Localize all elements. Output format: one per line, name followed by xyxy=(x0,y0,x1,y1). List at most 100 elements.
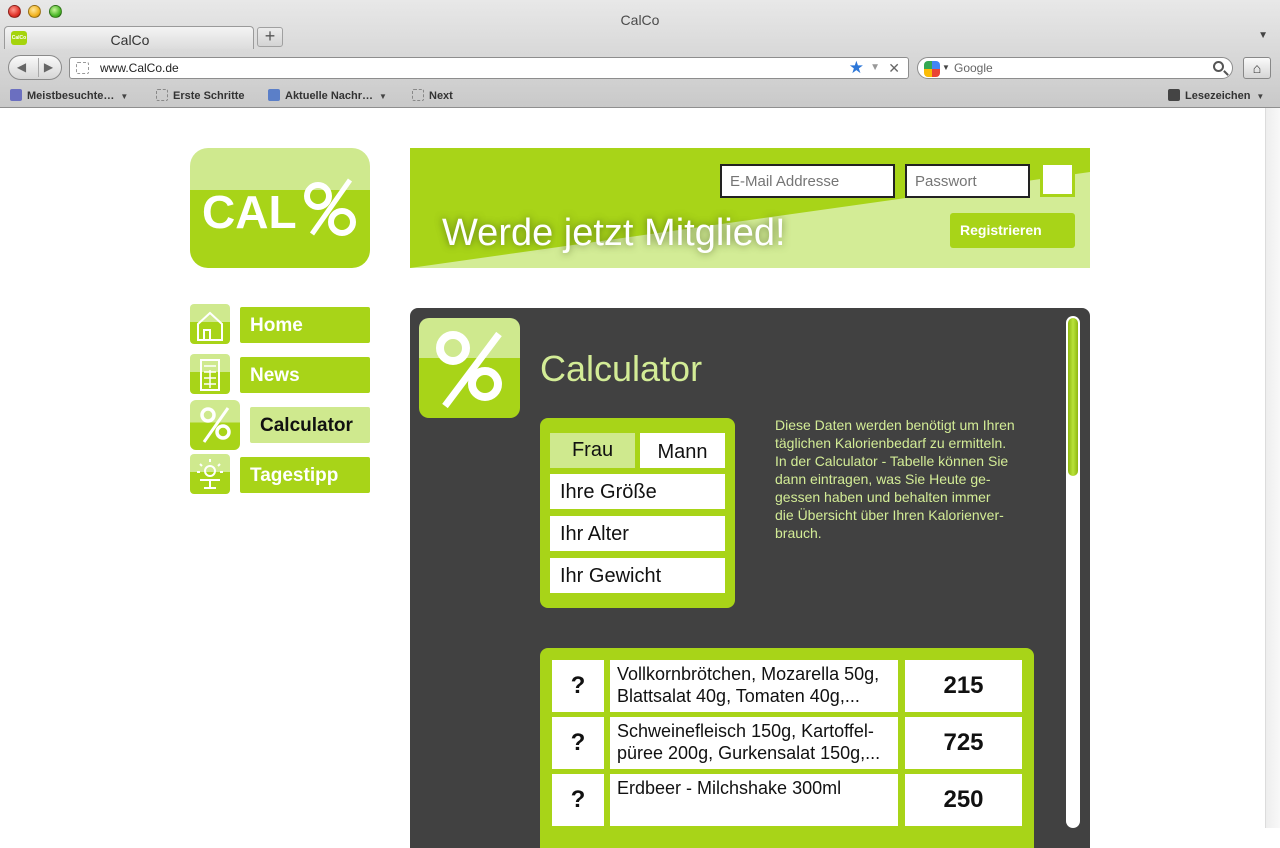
panel-scrollbar[interactable] xyxy=(1066,316,1080,828)
site-identity-icon[interactable] xyxy=(76,62,89,74)
svg-text:CAL: CAL xyxy=(202,186,297,238)
info-line: In der Calculator - Tabelle können Sie xyxy=(775,453,1009,469)
stop-icon[interactable]: ✕ xyxy=(888,60,900,77)
page-icon xyxy=(156,89,168,101)
weight-field[interactable]: Ihr Gewicht xyxy=(550,558,725,593)
google-icon[interactable] xyxy=(924,61,940,77)
nav-home[interactable]: Home xyxy=(240,307,370,343)
info-line: die Übersicht über Ihren Kalorienver- xyxy=(775,507,1004,523)
search-bar[interactable]: ▼ Google xyxy=(917,57,1233,79)
meal-calories: 725 xyxy=(905,717,1022,769)
new-tab-button[interactable]: + xyxy=(257,27,283,47)
panel-title: Calculator xyxy=(540,348,703,389)
login-button[interactable] xyxy=(1040,162,1075,197)
nav-tagestipp[interactable]: Tagestipp xyxy=(240,457,370,493)
header-banner: Werde jetzt Mitglied! Registrieren xyxy=(410,148,1090,268)
percent-icon[interactable] xyxy=(190,400,240,450)
panel-percent-glyph xyxy=(436,331,502,409)
meals-table: ? Vollkornbrötchen, Mozarella 50g, Blatt… xyxy=(540,648,1034,848)
sun-icon[interactable] xyxy=(190,454,230,494)
gender-female-button[interactable]: Frau xyxy=(550,433,635,468)
meal-help-button[interactable]: ? xyxy=(552,660,604,712)
magnifier-icon[interactable] xyxy=(1213,61,1224,72)
house-glyph xyxy=(197,311,223,341)
browser-chrome: CalCo CalCo CalCo + ▼ ◀ ▶ www.CalCo.de ★… xyxy=(0,0,1280,108)
meal-row: ? Erdbeer - Milchshake 300ml 250 xyxy=(552,774,1022,826)
page-icon xyxy=(412,89,424,101)
height-field[interactable]: Ihre Größe xyxy=(550,474,725,509)
password-field[interactable] xyxy=(905,164,1030,198)
tab-title: CalCo xyxy=(110,32,150,48)
panel-scroll-thumb[interactable] xyxy=(1068,318,1078,476)
nav-calculator[interactable]: Calculator xyxy=(250,407,370,443)
page-scrollbar[interactable] xyxy=(1265,108,1280,828)
chevron-down-icon: ▼ xyxy=(120,92,129,101)
meal-description[interactable]: Erdbeer - Milchshake 300ml xyxy=(610,774,898,826)
bookmark-star-icon[interactable]: ★ xyxy=(849,58,864,78)
back-arrow-icon[interactable]: ◀ xyxy=(11,58,32,77)
url-text[interactable]: www.CalCo.de xyxy=(100,61,179,75)
bookmark-getting-started[interactable]: Erste Schritte xyxy=(156,89,245,102)
gender-male-button[interactable]: Mann xyxy=(640,433,725,468)
history-dropdown-icon[interactable]: ▼ xyxy=(870,62,880,73)
search-input[interactable]: Google xyxy=(954,61,993,75)
chevron-down-icon: ▼ xyxy=(379,92,387,101)
meal-calories: 250 xyxy=(905,774,1022,826)
bookmark-label: Next xyxy=(429,90,453,102)
info-text: Diese Daten werden benötigt um Ihren täg… xyxy=(775,416,1045,542)
logo-percent-icon: CAL xyxy=(202,178,356,238)
tab-list-chevron-icon[interactable]: ▼ xyxy=(1258,30,1268,41)
calculator-panel: Calculator Frau Mann Ihre Größe Ihr Alte… xyxy=(410,308,1090,848)
profile-form: Frau Mann Ihre Größe Ihr Alter Ihr Gewic… xyxy=(540,418,735,608)
bookmark-next[interactable]: Next xyxy=(412,89,453,102)
meal-description[interactable]: Vollkornbrötchen, Mozarella 50g, Blattsa… xyxy=(610,660,898,712)
age-field[interactable]: Ihr Alter xyxy=(550,516,725,551)
folder-icon xyxy=(10,89,22,101)
meal-row: ? Schweinefleisch 150g, Kartoffel- püree… xyxy=(552,717,1022,769)
info-line: gessen haben und behalten immer xyxy=(775,489,991,505)
meal-row: ? Vollkornbrötchen, Mozarella 50g, Blatt… xyxy=(552,660,1022,712)
bookmark-most-visited[interactable]: Meistbesuchte… ▼ xyxy=(10,89,128,102)
chevron-down-icon: ▼ xyxy=(1256,92,1265,101)
sun-glyph xyxy=(197,459,223,489)
bookmark-label: Erste Schritte xyxy=(173,90,245,102)
house-icon[interactable] xyxy=(190,304,230,344)
bookmark-label: Aktuelle Nachr… xyxy=(285,90,374,102)
forward-arrow-icon[interactable]: ▶ xyxy=(38,58,58,77)
calculator-keys-icon[interactable] xyxy=(190,354,230,394)
reading-list-button[interactable]: Lesezeichen ▼ xyxy=(1168,89,1264,102)
site-logo[interactable]: CAL xyxy=(190,148,370,268)
home-icon[interactable]: ⌂ xyxy=(1243,57,1271,79)
meal-desc-line: Blattsalat 40g, Tomaten 40g,... xyxy=(617,686,860,706)
bookmarks-toolbar: Meistbesuchte… ▼ Erste Schritte Aktuelle … xyxy=(0,86,1280,106)
browser-tab[interactable]: CalCo CalCo xyxy=(4,26,254,49)
meal-desc-line: Erdbeer - Milchshake 300ml xyxy=(617,778,842,798)
info-line: dann eintragen, was Sie Heute ge- xyxy=(775,471,991,487)
register-button[interactable]: Registrieren xyxy=(950,213,1075,248)
web-page: CAL Werde jetzt Mitglied! Registrieren H… xyxy=(0,108,1280,848)
percent-glyph xyxy=(200,407,231,443)
meal-desc-line: püree 200g, Gurkensalat 150g,... xyxy=(617,743,881,763)
info-line: brauch. xyxy=(775,525,822,541)
back-forward-group: ◀ ▶ xyxy=(8,55,62,80)
meal-desc-line: Schweinefleisch 150g, Kartoffel- xyxy=(617,721,874,741)
info-line: Diese Daten werden benötigt um Ihren xyxy=(775,417,1015,433)
panel-percent-icon xyxy=(419,318,520,418)
bookmark-news-feed[interactable]: Aktuelle Nachr… ▼ xyxy=(268,89,387,102)
rss-icon xyxy=(268,89,280,101)
engine-dropdown-icon[interactable]: ▼ xyxy=(942,63,950,72)
keys-glyph xyxy=(200,359,220,391)
meal-calories: 215 xyxy=(905,660,1022,712)
email-field[interactable] xyxy=(720,164,895,198)
slogan: Werde jetzt Mitglied! xyxy=(442,212,786,254)
meal-help-button[interactable]: ? xyxy=(552,774,604,826)
meal-description[interactable]: Schweinefleisch 150g, Kartoffel- püree 2… xyxy=(610,717,898,769)
meal-help-button[interactable]: ? xyxy=(552,717,604,769)
nav-news[interactable]: News xyxy=(240,357,370,393)
bookmark-label: Lesezeichen xyxy=(1185,90,1251,102)
navigation-toolbar: ◀ ▶ www.CalCo.de ★ ▼ ✕ ▼ Google ⌂ xyxy=(0,52,1280,84)
meal-desc-line: Vollkornbrötchen, Mozarella 50g, xyxy=(617,664,880,684)
star-icon xyxy=(1168,89,1180,101)
url-bar[interactable]: www.CalCo.de ★ ▼ ✕ xyxy=(69,57,909,79)
bookmark-label: Meistbesuchte… xyxy=(27,90,115,102)
